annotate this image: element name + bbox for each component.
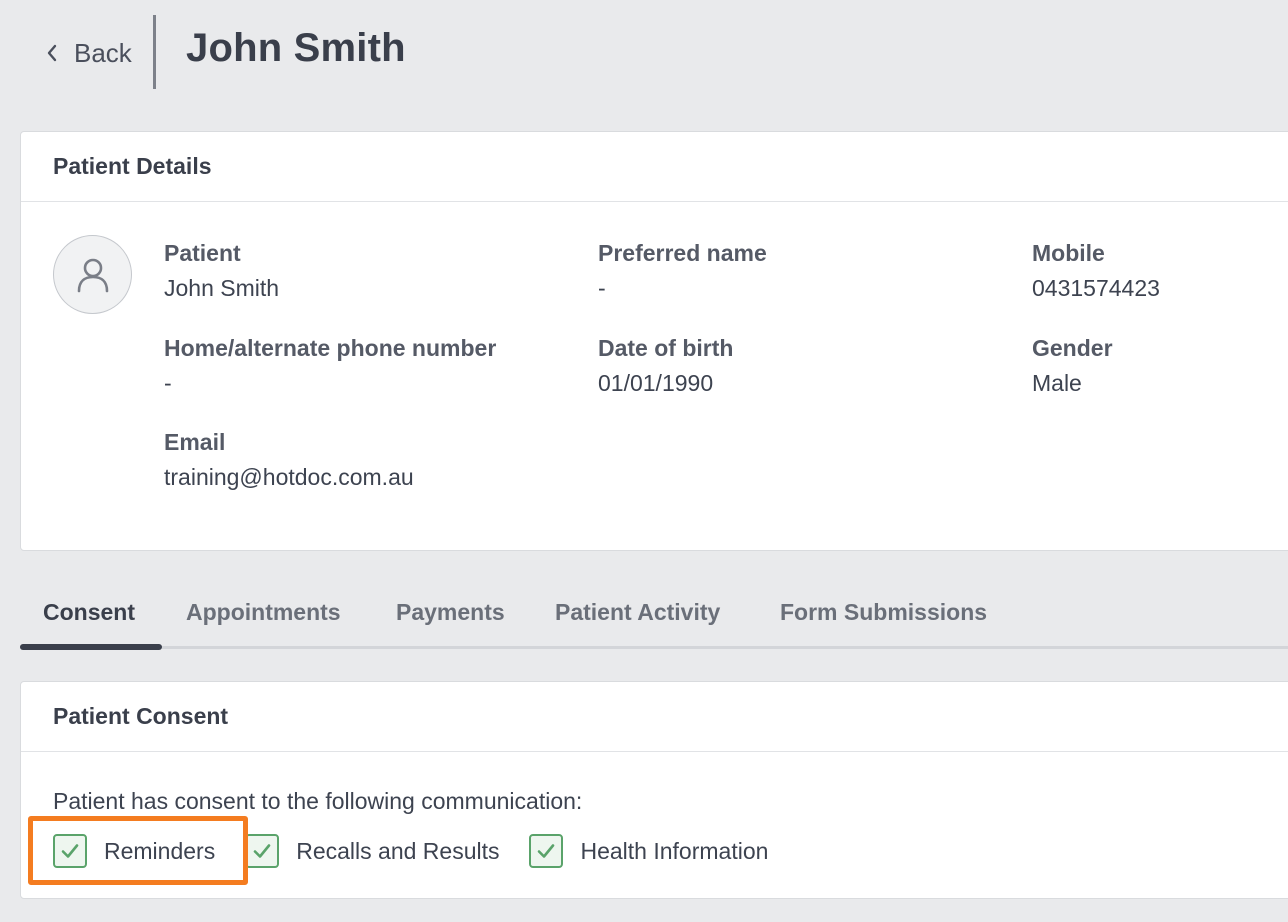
field-patient: Patient John Smith	[164, 240, 279, 302]
tab-appointments[interactable]: Appointments	[186, 599, 341, 626]
field-label: Email	[164, 429, 226, 455]
field-label: Gender	[1032, 335, 1113, 361]
tab-consent[interactable]: Consent	[43, 599, 135, 626]
recalls-results-checkbox[interactable]	[245, 834, 280, 868]
tab-bar-divider	[20, 646, 1288, 649]
check-icon	[538, 844, 555, 858]
field-email: Email training@hotdoc.com.au	[164, 429, 414, 491]
user-icon	[77, 258, 108, 292]
field-label: Date of birth	[598, 335, 734, 361]
health-information-checkbox[interactable]	[529, 834, 564, 868]
tab-patient-activity[interactable]: Patient Activity	[555, 599, 720, 626]
field-value: training@hotdoc.com.au	[164, 464, 414, 490]
patient-details-card: Patient Details Patient John Smith Prefe…	[20, 131, 1288, 551]
active-tab-indicator	[20, 644, 162, 650]
tab-bar: Consent Appointments Payments Patient Ac…	[20, 583, 1288, 650]
consent-item-health-information[interactable]: Health Information	[529, 834, 768, 868]
field-gender: Gender Male	[1032, 335, 1113, 397]
field-value: -	[598, 275, 606, 301]
tab-payments[interactable]: Payments	[396, 599, 505, 626]
consent-description: Patient has consent to the following com…	[53, 788, 583, 814]
header-divider	[153, 15, 156, 89]
field-value: Male	[1032, 370, 1082, 396]
avatar	[53, 235, 132, 314]
field-dob: Date of birth 01/01/1990	[598, 335, 733, 397]
field-value: -	[164, 370, 172, 396]
back-label: Back	[74, 37, 132, 68]
consent-checkbox-group: Reminders Recalls and Results Health Inf…	[53, 831, 798, 871]
consent-item-recalls-results[interactable]: Recalls and Results	[245, 834, 499, 868]
page-header: Back John Smith	[0, 0, 1288, 105]
page-title: John Smith	[186, 26, 406, 70]
field-label: Patient	[164, 240, 241, 266]
field-home-phone: Home/alternate phone number -	[164, 335, 496, 397]
field-value: 01/01/1990	[598, 370, 714, 396]
check-icon	[253, 844, 271, 858]
back-button[interactable]: Back	[44, 36, 132, 70]
field-value: 0431574423	[1032, 275, 1160, 301]
patient-consent-heading: Patient Consent	[21, 682, 1288, 752]
consent-label: Recalls and Results	[296, 837, 500, 864]
patient-details-heading: Patient Details	[21, 132, 1288, 202]
field-value: John Smith	[164, 275, 280, 301]
chevron-left-icon	[47, 44, 57, 62]
patient-consent-card: Patient Consent Patient has consent to t…	[20, 681, 1288, 899]
field-label: Mobile	[1032, 240, 1105, 266]
field-preferred-name: Preferred name -	[598, 240, 767, 302]
tab-form-submissions[interactable]: Form Submissions	[780, 599, 987, 626]
reminders-checkbox[interactable]	[53, 834, 87, 868]
field-mobile: Mobile 0431574423	[1032, 240, 1160, 302]
consent-label: Health Information	[580, 837, 769, 864]
field-label: Preferred name	[598, 240, 767, 266]
consent-item-reminders[interactable]: Reminders	[53, 834, 215, 868]
field-label: Home/alternate phone number	[164, 335, 497, 361]
consent-label: Reminders	[104, 837, 216, 864]
check-icon	[61, 844, 79, 858]
